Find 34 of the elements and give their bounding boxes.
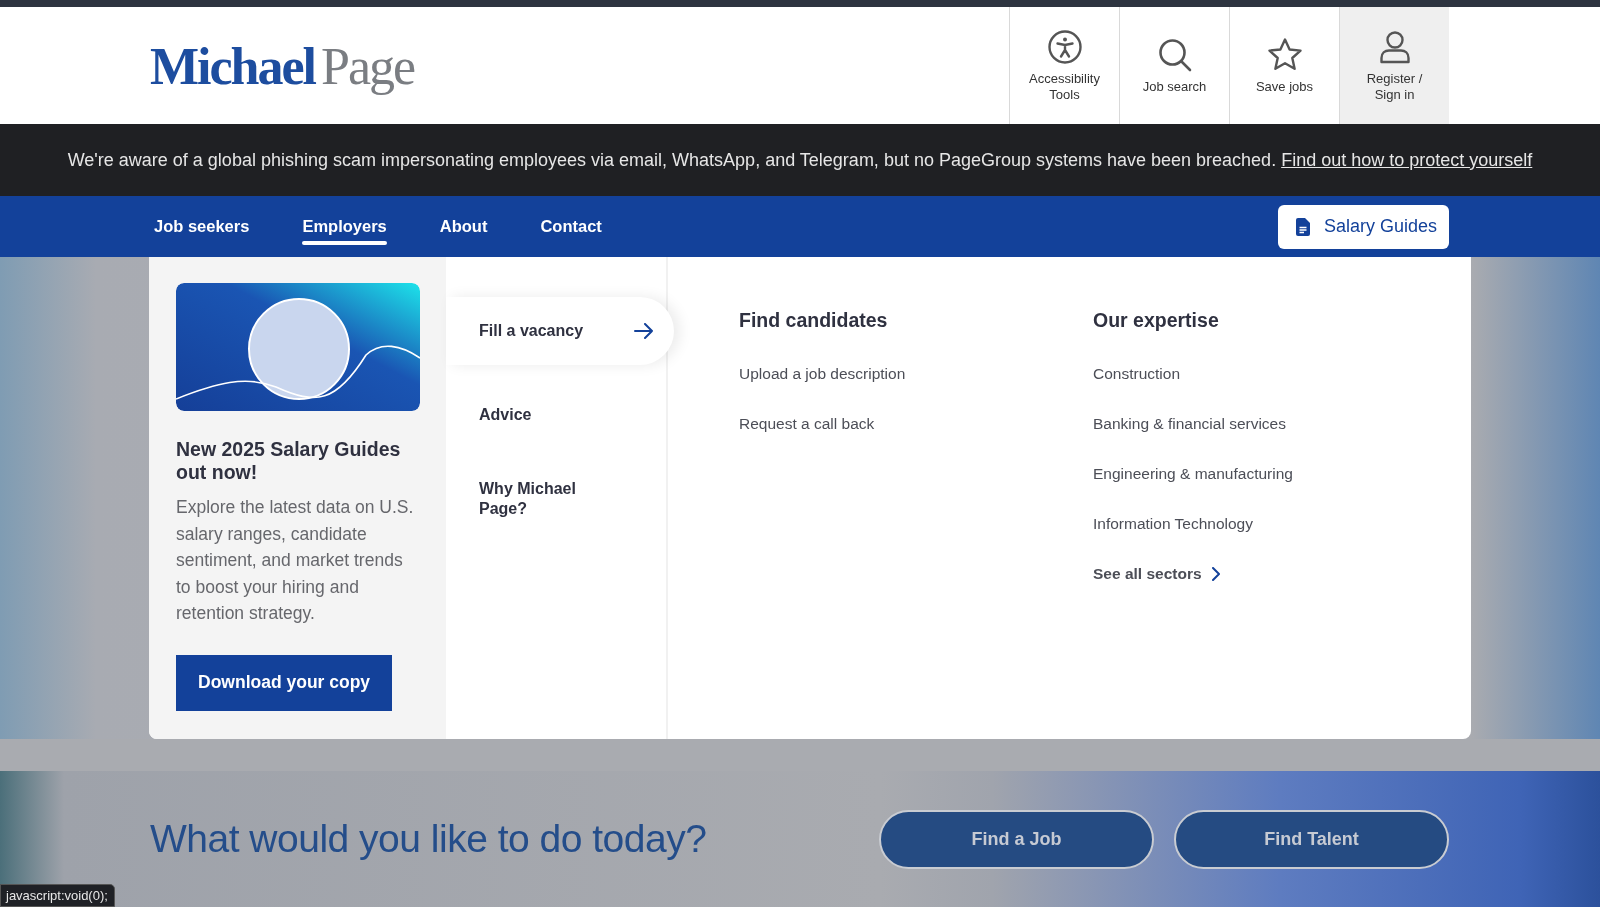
nav-tab[interactable]: Job seekers [150, 196, 254, 257]
search-icon [1156, 36, 1193, 73]
phishing-alert-text: We're aware of a global phishing scam impersonating employees via email, WhatsApp, and Telegram, but no PageGroup systems have been breached. Find out how to protect yourself [66, 149, 1534, 172]
download-button[interactable]: Download your copy [176, 654, 393, 711]
menu-link[interactable]: Engineering & manufacturing [1093, 465, 1293, 483]
menu-link[interactable]: Banking & financial services [1093, 415, 1286, 433]
promo-title: New 2025 Salary Guides out now! [176, 438, 402, 484]
hero-heading: What would you like to do today? [150, 817, 708, 861]
hero-button[interactable]: Find Talent [1174, 809, 1449, 869]
hero-button[interactable]: Find a Job [879, 809, 1154, 869]
arrow-right-icon [634, 323, 654, 339]
column-heading: Find candidates [739, 309, 889, 332]
menu-section-item[interactable]: Advice [446, 381, 674, 449]
star-icon [1266, 36, 1303, 73]
salary-guides-button[interactable]: Salary Guides [1277, 204, 1449, 249]
nav-tab[interactable]: Employers [298, 196, 391, 257]
see-all-link[interactable]: See all sectors [1093, 565, 1220, 583]
protect-yourself-link[interactable]: Find out how to protect yourself [1281, 150, 1533, 170]
menu-section-item[interactable]: Why Michael Page? [446, 465, 674, 533]
promo-description: Explore the latest data on U.S. salary ranges, candidate sentiment, and market trends to boost your hiring and retention strategy. [176, 496, 415, 626]
menu-link[interactable]: Information Technology [1093, 515, 1253, 533]
menu-section-item[interactable]: Fill a vacancy [446, 297, 674, 365]
michael-page-logo[interactable]: MichaelPage [150, 7, 415, 96]
menu-link[interactable]: Request a call back [739, 415, 875, 433]
column-heading: Our expertise [1093, 309, 1220, 332]
header-action-button[interactable]: Register / Sign in [1339, 7, 1449, 124]
accessibility-icon [1046, 28, 1083, 65]
document-icon [1295, 217, 1310, 236]
menu-link[interactable]: Upload a job description [739, 365, 906, 383]
status-bar-url: javascript:void(0); [0, 884, 115, 907]
chevron-right-icon [1211, 567, 1220, 581]
nav-tab[interactable]: About [435, 196, 492, 257]
menu-link[interactable]: Construction [1093, 365, 1180, 383]
nav-tab[interactable]: Contact [536, 196, 606, 257]
